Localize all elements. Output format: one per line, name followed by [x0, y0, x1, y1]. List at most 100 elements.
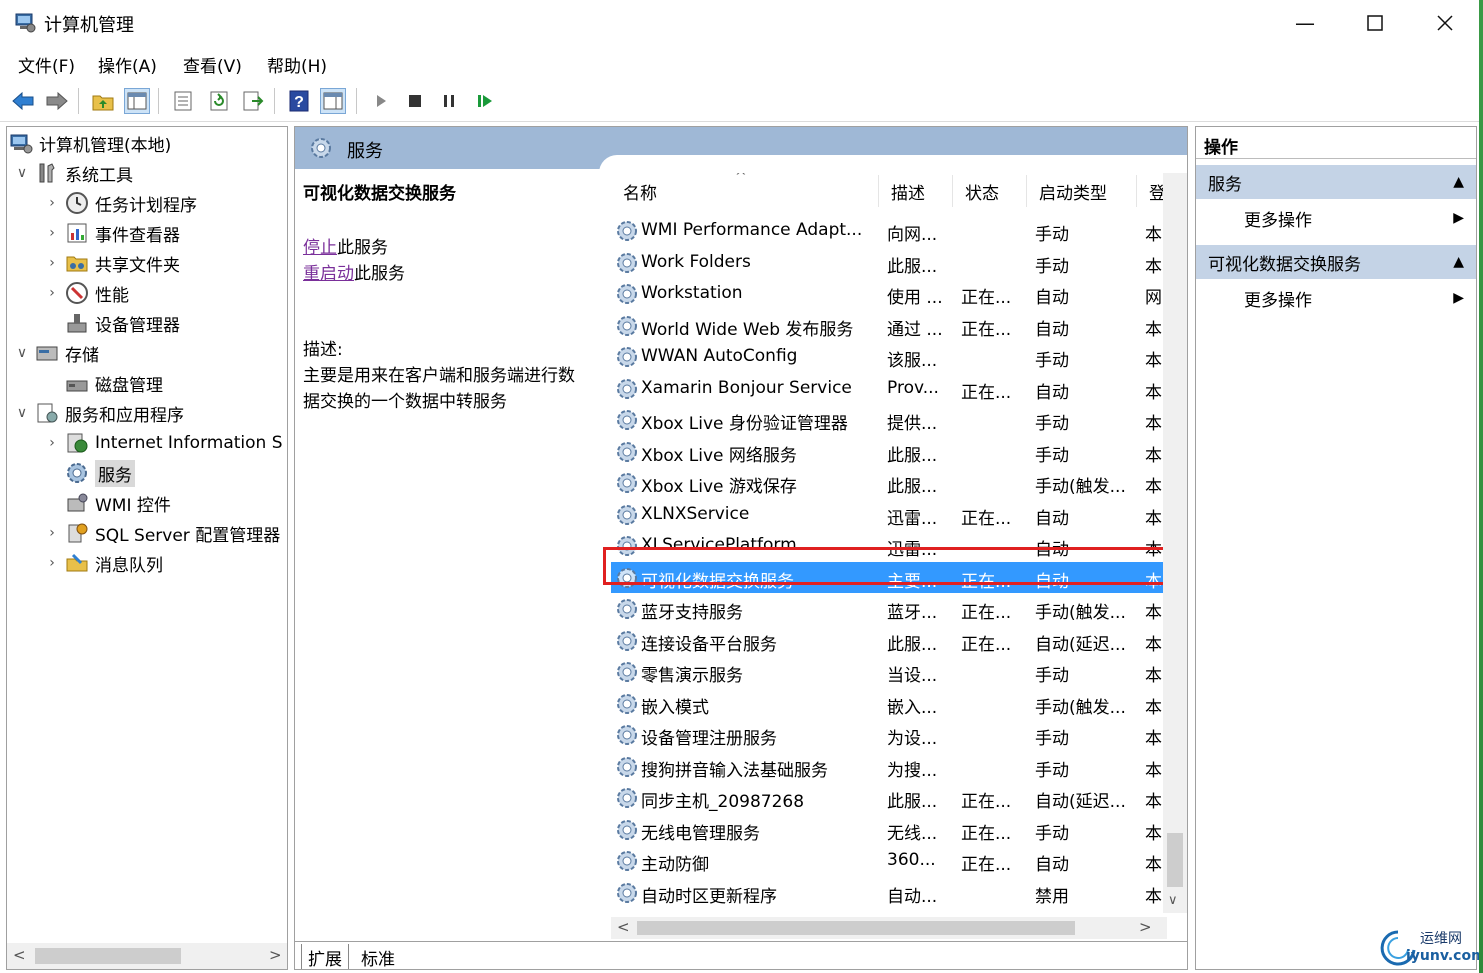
collapse-triangle-icon[interactable]: ▲	[1453, 254, 1464, 270]
collapse-icon[interactable]: ∨	[13, 405, 31, 421]
refresh-button[interactable]	[206, 88, 232, 114]
up-level-button[interactable]	[90, 88, 116, 114]
help-button[interactable]: ?	[286, 88, 312, 114]
expand-icon[interactable]: ›	[43, 225, 61, 241]
properties-button[interactable]	[170, 88, 196, 114]
scrollbar-thumb[interactable]	[1167, 833, 1183, 887]
service-row[interactable]: XLServicePlatform 迅雷... 自动 本	[611, 530, 1167, 561]
stop-service-link[interactable]: 停止	[303, 238, 337, 258]
collapse-icon[interactable]: ∨	[13, 165, 31, 181]
service-row[interactable]: 搜狗拼音输入法基础服务 为搜... 手动 本	[611, 751, 1167, 782]
back-button[interactable]	[10, 88, 36, 114]
tree-item-shared-folders[interactable]: › 共享文件夹	[43, 249, 180, 277]
tree-item-sql-server-config[interactable]: › SQL Server 配置管理器	[43, 519, 280, 547]
service-logon-cell: 本	[1145, 508, 1162, 529]
show-hide-action-pane-button[interactable]	[320, 88, 346, 114]
service-row[interactable]: 主动防御 360... 正在... 自动 本	[611, 845, 1167, 876]
menu-file[interactable]: 文件(F)	[18, 52, 75, 77]
tree-item-system-tools[interactable]: ∨ 系统工具	[13, 159, 133, 187]
tree-item-computer-management-local[interactable]: 计算机管理(本地)	[9, 129, 171, 157]
expand-icon[interactable]: ›	[43, 525, 61, 541]
scroll-right-icon[interactable]: >	[269, 946, 282, 964]
show-hide-console-tree-button[interactable]	[124, 88, 150, 114]
service-row[interactable]: Xbox Live 网络服务 此服... 手动 本	[611, 436, 1167, 467]
tree-item-performance[interactable]: › 性能	[43, 279, 129, 307]
expand-icon[interactable]: ›	[43, 195, 61, 211]
service-startup-cell: 自动	[1035, 508, 1069, 529]
service-row[interactable]: 同步主机_20987268 此服... 正在... 自动(延迟... 本	[611, 782, 1167, 813]
more-actions-selected-service[interactable]: 更多操作 ▶	[1196, 283, 1476, 313]
service-row[interactable]: 自动时区更新程序 自动... 禁用 本	[611, 877, 1167, 908]
scroll-right-icon[interactable]: >	[1139, 918, 1152, 936]
service-row[interactable]: XLNXService 迅雷... 正在... 自动 本	[611, 499, 1167, 530]
column-header-name[interactable]: 名称 ^	[611, 173, 879, 207]
service-row[interactable]: 设备管理注册服务 为设... 手动 本	[611, 719, 1167, 750]
start-service-button[interactable]	[368, 88, 394, 114]
tree-item-device-manager[interactable]: 设备管理器	[43, 309, 180, 337]
service-row[interactable]: 蓝牙支持服务 蓝牙... 正在... 手动(触发... 本	[611, 593, 1167, 624]
restart-service-link[interactable]: 重启动	[303, 264, 354, 284]
tree-item-message-queuing[interactable]: › 消息队列	[43, 549, 163, 577]
service-row[interactable]: 连接设备平台服务 此服... 正在... 自动(延迟... 本	[611, 625, 1167, 656]
scrollbar-thumb[interactable]	[35, 948, 181, 964]
expand-icon[interactable]: ›	[43, 555, 61, 571]
column-header-status[interactable]: 状态	[953, 175, 1027, 207]
export-list-button[interactable]	[240, 88, 266, 114]
list-vertical-scrollbar[interactable]: ∨	[1163, 173, 1187, 913]
service-row[interactable]: WMI Performance Adapt... 向网... 手动 本	[611, 215, 1167, 246]
scroll-left-icon[interactable]: <	[13, 946, 26, 964]
actions-section-selected-service[interactable]: 可视化数据交换服务 ▲	[1196, 245, 1476, 279]
tree-horizontal-scrollbar[interactable]: < >	[7, 943, 287, 969]
more-actions-services[interactable]: 更多操作 ▶	[1196, 203, 1476, 233]
tree-item-label: 设备管理器	[95, 315, 180, 336]
service-row[interactable]: Xbox Live 游戏保存 此服... 手动(触发... 本	[611, 467, 1167, 498]
pause-service-button[interactable]	[436, 88, 462, 114]
tree-item-disk-management[interactable]: 磁盘管理	[43, 369, 163, 397]
expand-icon[interactable]: ›	[43, 285, 61, 301]
tree-item-event-viewer[interactable]: › 事件查看器	[43, 219, 180, 247]
service-row[interactable]: Workstation 使用 ... 正在... 自动 网	[611, 278, 1167, 309]
expand-icon[interactable]: ›	[43, 435, 61, 451]
restart-service-button[interactable]	[472, 88, 498, 114]
section-label: 可视化数据交换服务	[1208, 254, 1361, 275]
minimize-button[interactable]: —	[1270, 0, 1340, 46]
tree-item-task-scheduler[interactable]: › 任务计划程序	[43, 189, 197, 217]
expand-icon[interactable]: ›	[43, 255, 61, 271]
tab-extended[interactable]: 扩展	[301, 944, 349, 969]
service-row[interactable]: 零售演示服务 当设... 手动 本	[611, 656, 1167, 687]
tree-item-wmi-control[interactable]: WMI 控件	[43, 489, 171, 517]
tree-item-storage[interactable]: ∨ 存储	[13, 339, 99, 367]
submenu-arrow-icon: ▶	[1453, 210, 1464, 226]
menu-help[interactable]: 帮助(H)	[267, 52, 327, 77]
menu-action[interactable]: 操作(A)	[98, 52, 157, 77]
service-row[interactable]: WWAN AutoConfig 该服... 手动 本	[611, 341, 1167, 372]
tree-item-services[interactable]: 服务	[43, 459, 135, 487]
service-logon-cell: 本	[1145, 445, 1162, 466]
menu-view[interactable]: 查看(V)	[183, 52, 242, 77]
list-horizontal-scrollbar[interactable]: < >	[611, 917, 1167, 939]
service-row[interactable]: 无线电管理服务 无线... 正在... 手动 本	[611, 814, 1167, 845]
column-header-startup-type[interactable]: 启动类型	[1027, 175, 1137, 207]
service-row[interactable]: World Wide Web 发布服务 通过 ... 正在... 自动 本	[611, 310, 1167, 341]
column-header-description[interactable]: 描述	[879, 175, 953, 207]
tree-item-iis[interactable]: › Internet Information S	[43, 429, 282, 457]
stop-service-button[interactable]	[402, 88, 428, 114]
maximize-button[interactable]	[1340, 0, 1410, 46]
service-row[interactable]: 嵌入模式 嵌入... 手动(触发... 本	[611, 688, 1167, 719]
forward-button[interactable]	[44, 88, 70, 114]
scroll-down-icon[interactable]: ∨	[1168, 893, 1178, 908]
service-row[interactable]: 可视化数据交换服务 主要... 正在... 自动 本	[611, 561, 1167, 593]
watermark-text-cn: 运维网	[1420, 931, 1462, 947]
scrollbar-thumb[interactable]	[637, 921, 1075, 935]
service-name-cell: World Wide Web 发布服务	[641, 319, 854, 340]
scroll-left-icon[interactable]: <	[617, 918, 630, 936]
tree-item-services-and-applications[interactable]: ∨ 服务和应用程序	[13, 399, 184, 427]
collapse-icon[interactable]: ∨	[13, 345, 31, 361]
service-row[interactable]: Xbox Live 身份验证管理器 提供... 手动 本	[611, 404, 1167, 435]
close-button[interactable]	[1410, 0, 1480, 46]
service-row[interactable]: Xamarin Bonjour Service Prov... 正在... 自动 本	[611, 373, 1167, 404]
tab-standard[interactable]: 标准	[355, 944, 401, 970]
service-row[interactable]: Work Folders 此服... 手动 本	[611, 247, 1167, 278]
collapse-triangle-icon[interactable]: ▲	[1453, 174, 1464, 190]
actions-section-services[interactable]: 服务 ▲	[1196, 165, 1476, 199]
